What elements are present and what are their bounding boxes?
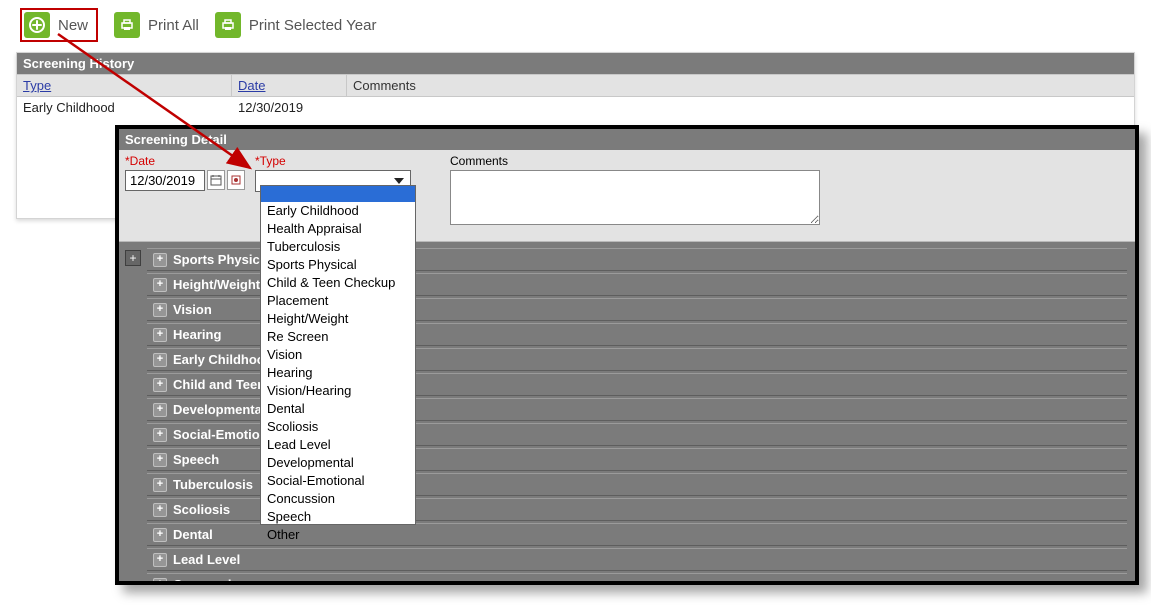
history-cell-type: Early Childhood — [17, 97, 232, 118]
calendar-icon[interactable] — [207, 170, 225, 190]
expand-icon[interactable]: + — [153, 278, 167, 292]
type-label: *Type — [255, 154, 450, 168]
accordion-section[interactable]: + Concussion — [147, 573, 1127, 585]
comments-label: Comments — [450, 154, 830, 168]
accordion-section-label: Developmental — [173, 402, 265, 417]
toolbar: New Print All Print Selected Year — [0, 0, 1151, 52]
screening-history-title: Screening History — [17, 53, 1134, 74]
type-option[interactable]: Hearing — [261, 364, 415, 382]
accordion-section-label: Concussion — [173, 577, 247, 585]
type-option[interactable]: Tuberculosis — [261, 238, 415, 256]
type-option[interactable]: Re Screen — [261, 328, 415, 346]
expand-icon[interactable]: + — [153, 378, 167, 392]
accordion-section-label: Lead Level — [173, 552, 240, 567]
accordion-section-label: Dental — [173, 527, 213, 542]
expand-all-icon[interactable]: + — [125, 250, 141, 266]
accordion-section-label: Speech — [173, 452, 219, 467]
clear-date-icon[interactable] — [227, 170, 245, 190]
type-option[interactable] — [261, 186, 415, 202]
expand-icon[interactable]: + — [153, 453, 167, 467]
type-option[interactable]: Scoliosis — [261, 418, 415, 436]
expand-icon[interactable]: + — [153, 528, 167, 542]
print-all-label: Print All — [148, 17, 199, 34]
history-header-date[interactable]: Date — [232, 75, 347, 96]
print-selected-label: Print Selected Year — [249, 17, 377, 34]
date-input[interactable] — [125, 170, 205, 191]
expand-icon[interactable]: + — [153, 478, 167, 492]
type-option[interactable]: Lead Level — [261, 436, 415, 454]
type-option[interactable]: Speech — [261, 508, 415, 526]
expand-icon[interactable]: + — [153, 553, 167, 567]
accordion-section-label: Child and Teen — [173, 377, 265, 392]
type-option[interactable]: Health Appraisal — [261, 220, 415, 238]
print-all-button[interactable]: Print All — [114, 12, 199, 38]
expand-icon[interactable]: + — [153, 428, 167, 442]
history-header-type[interactable]: Type — [17, 75, 232, 96]
type-option[interactable]: Concussion — [261, 490, 415, 508]
printer-icon — [114, 12, 140, 38]
accordion-section-label: Tuberculosis — [173, 477, 253, 492]
printer-icon — [215, 12, 241, 38]
type-option[interactable]: Social-Emotional — [261, 472, 415, 490]
new-label: New — [58, 17, 88, 34]
type-option[interactable]: Placement — [261, 292, 415, 310]
type-option[interactable]: Child & Teen Checkup — [261, 274, 415, 292]
expand-icon[interactable]: + — [153, 353, 167, 367]
expand-icon[interactable]: + — [153, 503, 167, 517]
history-cell-date: 12/30/2019 — [232, 97, 347, 118]
plus-circle-icon — [24, 12, 50, 38]
expand-icon[interactable]: + — [153, 403, 167, 417]
type-dropdown: Early ChildhoodHealth AppraisalTuberculo… — [260, 185, 416, 525]
type-option[interactable]: Vision — [261, 346, 415, 364]
type-option[interactable]: Other — [261, 526, 415, 544]
history-header-row: Type Date Comments — [17, 74, 1134, 97]
accordion-section-label: Hearing — [173, 327, 221, 342]
type-option[interactable]: Sports Physical — [261, 256, 415, 274]
accordion-section-label: Height/Weight — [173, 277, 260, 292]
accordion-section-label: Sports Physical — [173, 252, 271, 267]
type-option[interactable]: Dental — [261, 400, 415, 418]
history-row[interactable]: Early Childhood 12/30/2019 — [17, 97, 1134, 118]
type-option[interactable]: Early Childhood — [261, 202, 415, 220]
screening-detail-title: Screening Detail — [119, 129, 1135, 150]
screening-detail-panel: Screening Detail *Date *Type — [115, 125, 1139, 585]
new-button[interactable]: New — [20, 8, 98, 42]
history-cell-comments — [347, 97, 1134, 118]
history-header-comments: Comments — [347, 75, 1134, 96]
accordion-section-label: Early Childhood — [173, 352, 273, 367]
date-label: *Date — [125, 154, 255, 168]
type-option[interactable]: Developmental — [261, 454, 415, 472]
expand-icon[interactable]: + — [153, 303, 167, 317]
print-selected-button[interactable]: Print Selected Year — [215, 12, 377, 38]
accordion-section-label: Vision — [173, 302, 212, 317]
type-option[interactable]: Vision/Hearing — [261, 382, 415, 400]
accordion-section-label: Scoliosis — [173, 502, 230, 517]
type-option[interactable]: Height/Weight — [261, 310, 415, 328]
accordion-section[interactable]: + Lead Level — [147, 548, 1127, 571]
comments-textarea[interactable] — [450, 170, 820, 225]
expand-icon[interactable]: + — [153, 578, 167, 586]
expand-icon[interactable]: + — [153, 328, 167, 342]
expand-icon[interactable]: + — [153, 253, 167, 267]
